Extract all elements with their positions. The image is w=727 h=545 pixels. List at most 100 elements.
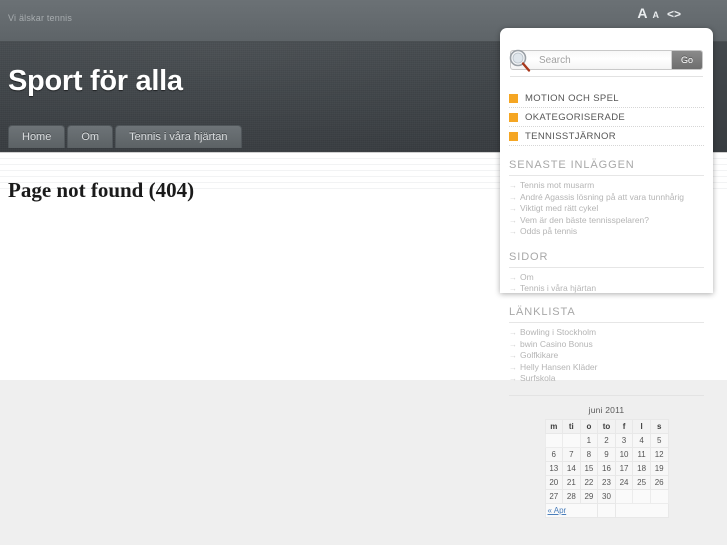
category-item[interactable]: MOTION OCH SPEL [509, 89, 704, 108]
calendar-caption: juni 2011 [588, 404, 625, 415]
calendar-day[interactable]: 29 [579, 488, 599, 504]
calendar-prev-month-link[interactable]: « Apr [548, 506, 567, 515]
calendar-day[interactable]: 5 [649, 432, 669, 448]
calendar-day[interactable]: 19 [649, 460, 669, 476]
calendar-day[interactable]: 12 [649, 446, 669, 462]
calendar-day[interactable]: 9 [597, 446, 616, 462]
calendar-day [614, 488, 634, 504]
calendar-day[interactable]: 26 [649, 474, 669, 490]
calendar-day[interactable]: 20 [544, 474, 564, 490]
calendar-divider [509, 394, 704, 396]
nav-tab-tennis-i-vara-hjartan[interactable]: Tennis i våra hjärtan [115, 125, 242, 148]
category-swatch-icon [509, 131, 518, 141]
links-list: Bowling i Stockholm bwin Casino Bonus Go… [509, 327, 704, 385]
calendar-day[interactable]: 14 [562, 460, 581, 476]
calendar-weekday: o [579, 418, 599, 434]
list-item[interactable]: Helly Hansen Kläder [509, 362, 704, 374]
calendar-weekday: f [614, 418, 634, 434]
calendar-day [544, 432, 564, 448]
calendar-day[interactable]: 3 [614, 432, 634, 448]
calendar-day[interactable]: 17 [614, 460, 634, 476]
nav-tab-label: Om [81, 131, 100, 143]
calendar-day[interactable]: 6 [544, 446, 564, 462]
calendar-day[interactable]: 25 [632, 474, 651, 490]
calendar-week-row: 27 28 29 30 [544, 488, 669, 504]
list-item[interactable]: Odds på tennis [509, 226, 704, 238]
category-label: OKATEGORISERADE [525, 111, 626, 123]
calendar-prev-month-cell[interactable]: « Apr [544, 502, 599, 518]
calendar-next-month-cell [614, 502, 669, 518]
calendar-day[interactable]: 7 [562, 446, 581, 462]
calendar-day[interactable]: 8 [579, 446, 599, 462]
sidebar-lower-column: LÄNKLISTA Bowling i Stockholm bwin Casin… [500, 293, 713, 545]
list-item[interactable]: Tennis mot musarm [509, 180, 704, 192]
site-title: Sport för alla [8, 65, 183, 97]
recent-posts-heading: SENASTE INLÄGGEN [509, 159, 704, 176]
calendar-table: juni 2011 m ti o to f l s 1 2 3 4 5 6 7 … [544, 404, 669, 518]
category-swatch-icon [509, 112, 518, 122]
decrease-font-size-button[interactable]: A [652, 8, 659, 22]
category-swatch-icon [509, 93, 518, 103]
accessibility-tools: A A <> [637, 6, 681, 22]
calendar-day[interactable]: 21 [562, 474, 581, 490]
increase-font-size-button[interactable]: A [637, 6, 647, 20]
calendar-weekday: to [597, 418, 616, 434]
calendar-day[interactable]: 23 [597, 474, 616, 490]
category-item[interactable]: OKATEGORISERADE [509, 108, 704, 127]
calendar-day[interactable]: 27 [544, 488, 564, 504]
search-input[interactable] [511, 51, 671, 69]
main-navigation: Home Om Tennis i våra hjärtan [8, 125, 242, 148]
calendar-nav-spacer [597, 502, 616, 518]
calendar-day[interactable]: 10 [614, 446, 634, 462]
category-label: TENNISSTJÄRNOR [525, 130, 616, 142]
calendar-day[interactable]: 18 [632, 460, 651, 476]
calendar-week-row: 6 7 8 9 10 11 12 [544, 446, 669, 462]
list-item[interactable]: Golfkikare [509, 350, 704, 362]
calendar-day[interactable]: 11 [632, 446, 651, 462]
list-item[interactable]: Tennis i våra hjärtan [509, 283, 704, 293]
links-heading: LÄNKLISTA [509, 306, 704, 323]
calendar-day[interactable]: 16 [597, 460, 616, 476]
category-list: MOTION OCH SPEL OKATEGORISERADE TENNISST… [509, 89, 704, 146]
banner-right-edge [713, 42, 727, 152]
calendar-day[interactable]: 24 [614, 474, 634, 490]
site-tagline: Vi älskar tennis [8, 13, 73, 23]
list-item[interactable]: Vem är den bäste tennisspelaren? [509, 215, 704, 227]
list-item[interactable]: André Agassis lösning på att vara tunnhå… [509, 192, 704, 204]
category-item[interactable]: TENNISSTJÄRNOR [509, 127, 704, 146]
calendar-day[interactable]: 1 [579, 432, 599, 448]
calendar-day[interactable]: 13 [544, 460, 564, 476]
calendar-weekday: ti [562, 418, 581, 434]
calendar-day[interactable]: 28 [562, 488, 581, 504]
calendar-week-row: 1 2 3 4 5 [544, 432, 669, 448]
nav-tab-home[interactable]: Home [8, 125, 66, 148]
recent-posts-list: Tennis mot musarm André Agassis lösning … [509, 180, 704, 238]
calendar-widget: juni 2011 m ti o to f l s 1 2 3 4 5 6 7 … [509, 394, 704, 518]
category-label: MOTION OCH SPEL [525, 92, 619, 104]
code-view-toggle-icon[interactable]: <> [667, 7, 681, 21]
calendar-day [632, 488, 651, 504]
sidebar-panel: Go MOTION OCH SPEL OKATEGORISERADE TENNI… [500, 28, 713, 293]
search-submit-button[interactable]: Go [671, 51, 702, 69]
nav-tab-label: Home [22, 131, 52, 143]
list-item[interactable]: bwin Casino Bonus [509, 339, 704, 351]
page-root: Vi älskar tennis A A <> Sport för alla H… [0, 0, 727, 545]
list-item[interactable]: Bowling i Stockholm [509, 327, 704, 339]
calendar-day[interactable]: 2 [597, 432, 616, 448]
list-item[interactable]: Surfskola [509, 373, 704, 385]
nav-tab-label: Tennis i våra hjärtan [129, 131, 228, 143]
calendar-weekday: s [649, 418, 669, 434]
calendar-day[interactable]: 15 [579, 460, 599, 476]
calendar-day [649, 488, 669, 504]
calendar-nav-row: « Apr [544, 502, 669, 518]
list-item[interactable]: Om [509, 272, 704, 284]
calendar-week-row: 20 21 22 23 24 25 26 [544, 474, 669, 490]
calendar-day[interactable]: 4 [632, 432, 651, 448]
calendar-day[interactable]: 22 [579, 474, 599, 490]
page-title: Page not found (404) [8, 178, 195, 202]
calendar-weekday: m [544, 418, 564, 434]
calendar-day[interactable]: 30 [597, 488, 616, 504]
nav-tab-om[interactable]: Om [67, 125, 114, 148]
list-item[interactable]: Viktigt med rätt cykel [509, 203, 704, 215]
pages-heading: SIDOR [509, 251, 704, 268]
